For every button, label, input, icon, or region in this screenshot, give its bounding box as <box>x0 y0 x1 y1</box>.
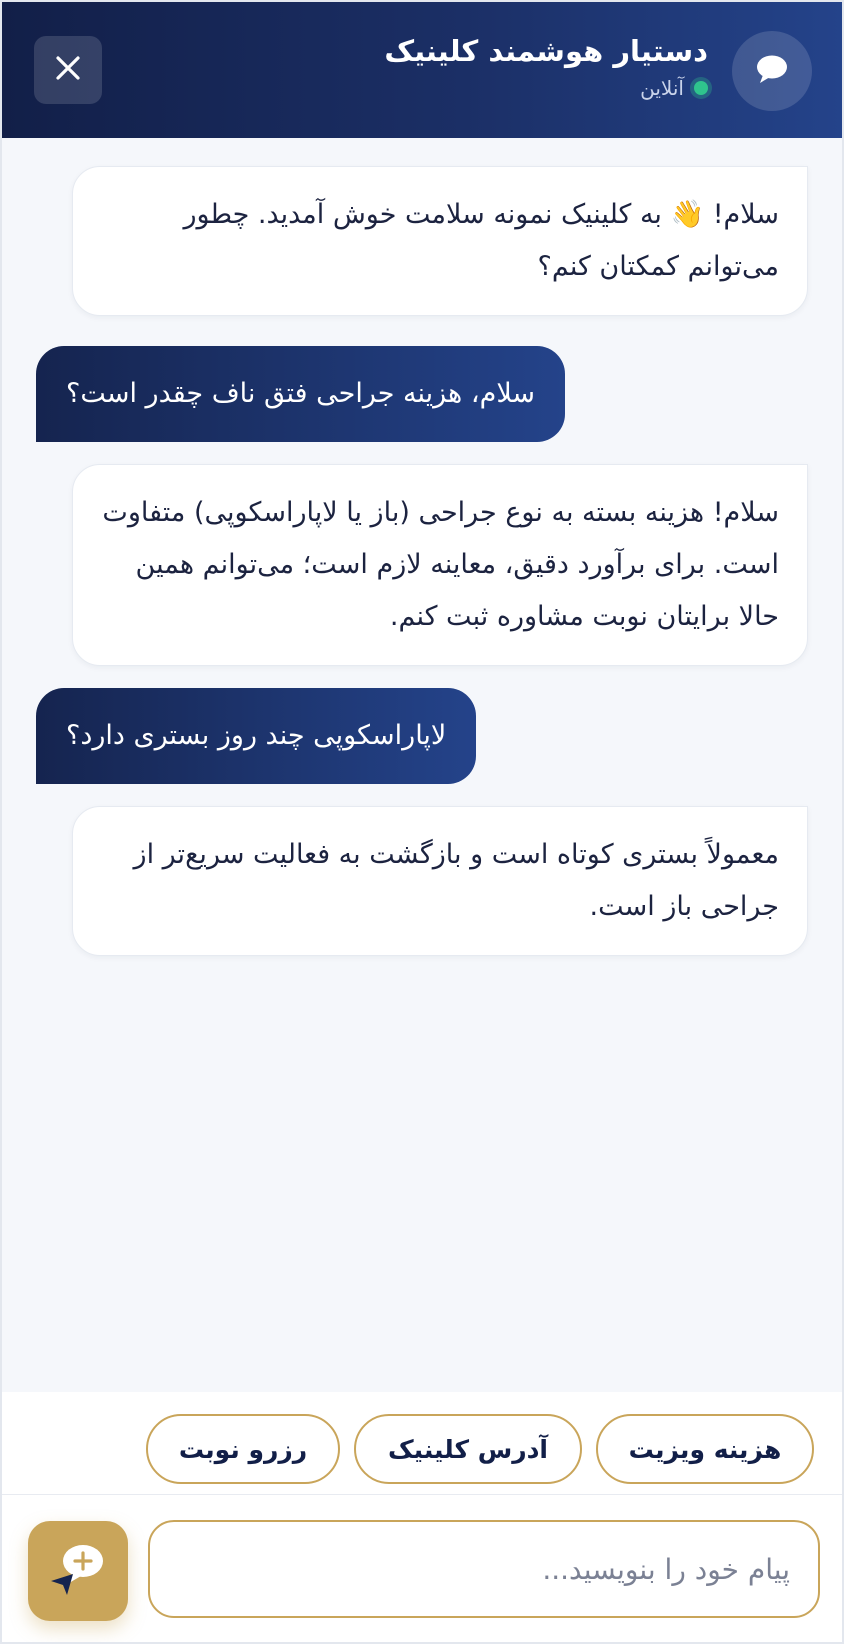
message-input[interactable] <box>148 1520 820 1618</box>
quick-reply-visit-cost[interactable]: هزینه ویزیت <box>596 1414 814 1484</box>
chat-avatar <box>732 31 812 111</box>
composer <box>2 1495 842 1642</box>
user-message: سلام، هزینه جراحی فتق ناف چقدر است؟ <box>36 346 566 442</box>
quick-reply-clinic-address[interactable]: آدرس کلینیک <box>354 1414 582 1484</box>
bot-message: سلام! هزینه بسته به نوع جراحی (باز یا لا… <box>72 464 808 666</box>
quick-reply-book-appointment[interactable]: رزرو نوبت <box>146 1414 340 1484</box>
send-chat-icon <box>47 1541 109 1601</box>
online-dot-icon <box>694 81 708 95</box>
message-list: سلام! 👋 به کلینیک نمونه سلامت خوش آمدید.… <box>2 138 842 1392</box>
close-button[interactable] <box>34 36 102 104</box>
close-icon <box>55 55 81 85</box>
bot-message: معمولاً بستری کوتاه است و بازگشت به فعال… <box>72 806 808 956</box>
status-label: آنلاین <box>640 76 684 100</box>
bot-message: سلام! 👋 به کلینیک نمونه سلامت خوش آمدید.… <box>72 166 808 316</box>
chat-header: دستیار هوشمند کلینیک آنلاین <box>2 2 842 138</box>
chat-window: دستیار هوشمند کلینیک آنلاین سلام! 👋 به ک… <box>0 0 844 1644</box>
assistant-title: دستیار هوشمند کلینیک <box>384 34 708 68</box>
online-status: آنلاین <box>640 76 708 100</box>
send-button[interactable] <box>28 1521 128 1621</box>
quick-replies: هزینه ویزیت آدرس کلینیک رزرو نوبت <box>2 1392 842 1495</box>
user-message: لاپاراسکوپی چند روز بستری دارد؟ <box>36 688 477 784</box>
chat-bubble-icon <box>755 54 789 88</box>
